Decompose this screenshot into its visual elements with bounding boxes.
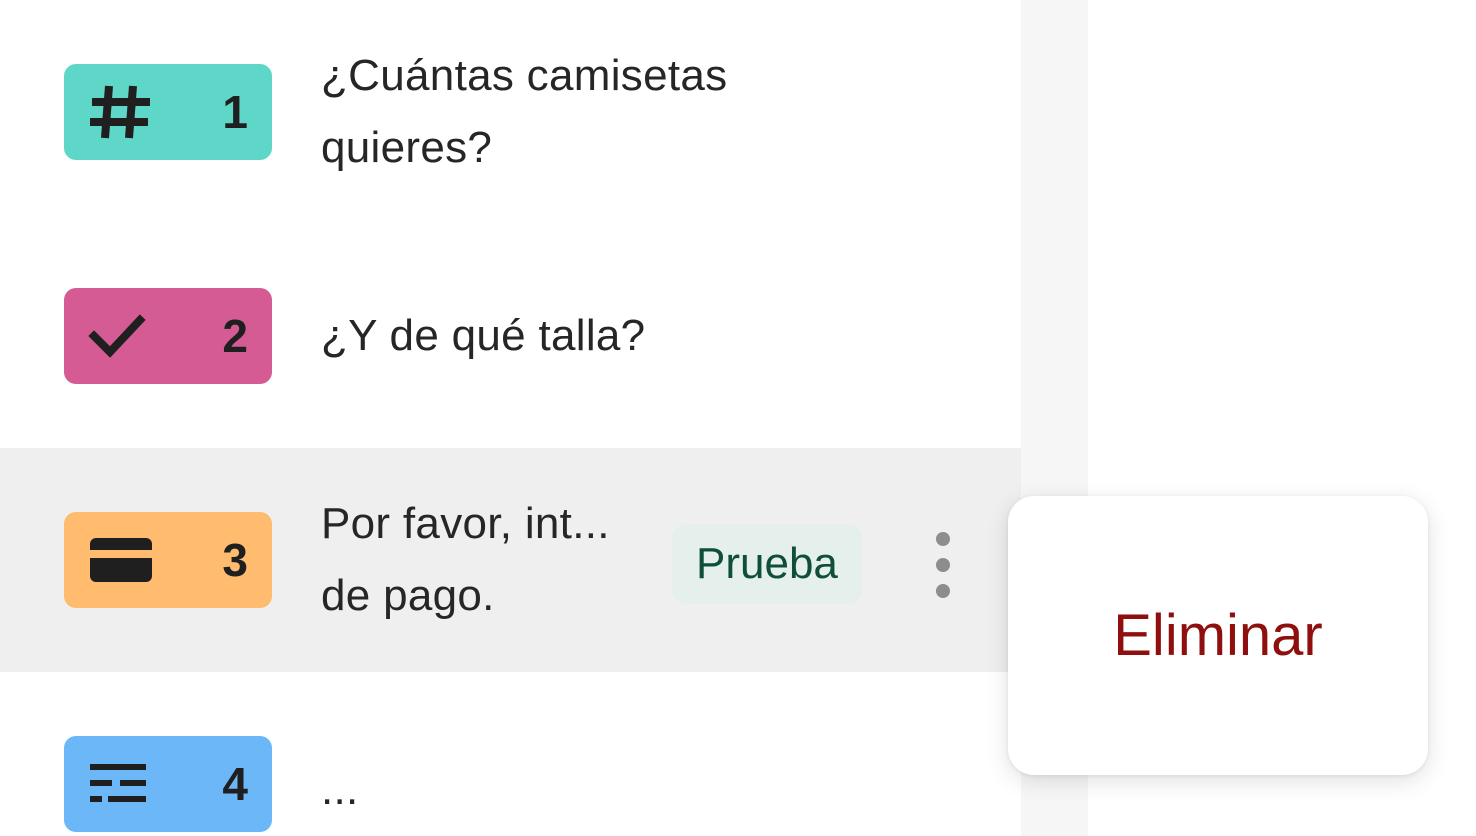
question-type-badge-statement: 4 [64,736,272,832]
question-row-3[interactable]: 3 Por favor, int... de pago. Prueba [0,448,1021,672]
check-icon [88,312,154,360]
question-row-4[interactable]: 4 ... [0,672,1021,836]
question-title-line: Por favor, int... [321,499,610,548]
question-title-line: ¿Cuántas camisetas [321,51,728,100]
question-title: ¿Y de qué talla? [321,300,645,372]
more-dot [936,558,950,572]
question-title-line: ¿Y de qué talla? [321,311,646,360]
question-number: 4 [222,758,248,810]
test-tag: Prueba [672,524,862,604]
question-title: ¿Cuántas camisetas quieres? [321,40,727,184]
more-dot [936,584,950,598]
question-title: ... [321,754,359,826]
question-list: 1 ¿Cuántas camisetas quieres? 2 ¿Y de qu… [0,0,1021,836]
question-title-line: de pago. [321,571,495,620]
context-menu: Eliminar [1008,496,1428,775]
more-dot [936,532,950,546]
statement-lines-icon [88,760,154,808]
question-row-2[interactable]: 2 ¿Y de qué talla? [0,230,1021,448]
question-number: 3 [222,534,248,586]
stage: 1 ¿Cuántas camisetas quieres? 2 ¿Y de qu… [0,0,1476,836]
credit-card-icon [88,536,154,584]
question-title: Por favor, int... de pago. [321,488,610,632]
question-title-line: ... [321,765,359,814]
question-number: 2 [222,310,248,362]
question-row-1[interactable]: 1 ¿Cuántas camisetas quieres? [0,0,1021,230]
question-title-line: quieres? [321,123,493,172]
more-options-button[interactable] [926,532,960,598]
question-type-badge-yesno: 2 [64,288,272,384]
delete-menu-item[interactable]: Eliminar [1008,496,1428,775]
question-type-badge-payment: 3 [64,512,272,608]
question-number: 1 [222,86,248,138]
hash-icon [88,85,154,139]
question-type-badge-number: 1 [64,64,272,160]
